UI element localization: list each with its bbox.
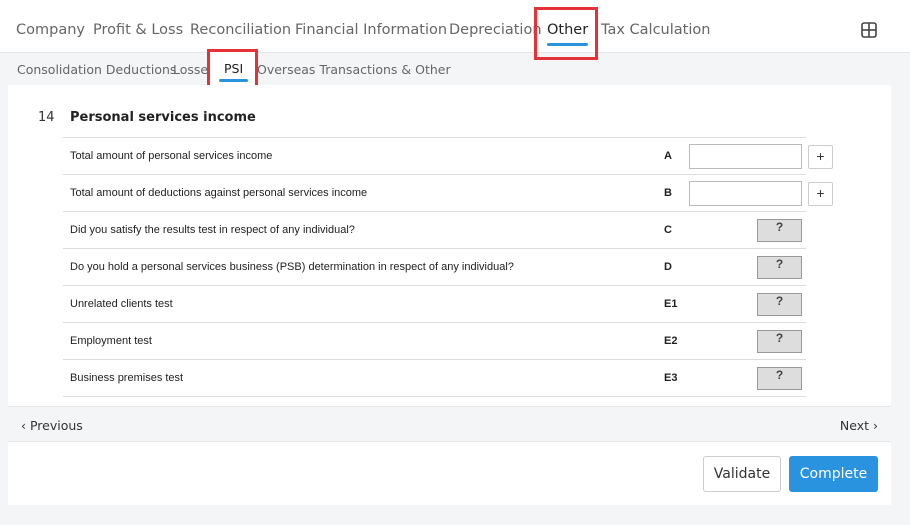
results-test-select[interactable]: ? xyxy=(757,219,802,242)
row-code: D xyxy=(664,261,672,273)
psi-question-list: Total amount of personal services income… xyxy=(63,137,833,397)
top-tab-bar: Company Profit & Loss Reconciliation Fin… xyxy=(0,0,910,52)
employment-test-select[interactable]: ? xyxy=(757,330,802,353)
add-button[interactable]: + xyxy=(808,145,833,169)
psb-determination-select[interactable]: ? xyxy=(757,256,802,279)
tab-financial-information[interactable]: Financial Information xyxy=(295,22,447,38)
row-label: Do you hold a personal services business… xyxy=(70,261,514,273)
unrelated-clients-test-select[interactable]: ? xyxy=(757,293,802,316)
row-label: Did you satisfy the results test in resp… xyxy=(70,224,355,236)
validate-button[interactable]: Validate xyxy=(703,456,781,492)
row-e2: Employment test E2 ? xyxy=(63,323,806,360)
personal-services-income-input[interactable] xyxy=(689,144,802,169)
next-label: Next xyxy=(839,418,870,433)
tab-company[interactable]: Company xyxy=(16,22,85,38)
tab-other[interactable]: Other xyxy=(547,22,589,46)
complete-button[interactable]: Complete xyxy=(789,456,878,492)
row-label: Unrelated clients test xyxy=(70,298,173,310)
section-title: Personal services income xyxy=(70,110,256,125)
subtab-overseas-transactions[interactable]: Overseas Transactions & Other xyxy=(257,62,451,77)
next-link[interactable]: Next › xyxy=(840,418,878,433)
row-b: Total amount of deductions against perso… xyxy=(63,175,833,212)
sub-tab-bar: Consolidation Deductions Losses PSI Over… xyxy=(0,52,910,85)
psi-deductions-input[interactable] xyxy=(689,181,802,206)
row-d: Do you hold a personal services business… xyxy=(63,249,806,286)
row-label: Total amount of deductions against perso… xyxy=(70,187,368,199)
add-button[interactable]: + xyxy=(808,182,833,206)
subtab-losses[interactable]: Losses xyxy=(173,62,215,77)
tab-profit-loss[interactable]: Profit & Loss xyxy=(93,22,183,38)
row-c: Did you satisfy the results test in resp… xyxy=(63,212,806,249)
row-label: Business premises test xyxy=(70,372,184,384)
pager-bar: ‹ Previous Next › xyxy=(8,406,891,442)
row-a: Total amount of personal services income… xyxy=(63,138,833,175)
previous-label: Previous xyxy=(29,418,83,433)
chevron-left-icon: ‹ xyxy=(21,418,30,433)
tab-reconciliation[interactable]: Reconciliation xyxy=(190,22,291,38)
subtab-consolidation-deductions[interactable]: Consolidation Deductions xyxy=(17,62,176,77)
previous-link[interactable]: ‹ Previous xyxy=(21,418,83,433)
row-code: C xyxy=(664,224,672,236)
row-code: B xyxy=(664,187,672,199)
row-label: Employment test xyxy=(70,335,152,347)
row-code: A xyxy=(664,150,672,162)
section-number: 14 xyxy=(38,110,55,125)
chevron-right-icon: › xyxy=(869,418,878,433)
tab-tax-calculation[interactable]: Tax Calculation xyxy=(601,22,710,38)
row-code: E3 xyxy=(664,372,678,384)
row-e1: Unrelated clients test E1 ? xyxy=(63,286,806,323)
tab-depreciation[interactable]: Depreciation xyxy=(449,22,542,38)
row-code: E2 xyxy=(664,335,678,347)
subtab-psi-label[interactable]: PSI xyxy=(218,61,249,82)
row-label: Total amount of personal services income xyxy=(70,150,273,162)
business-premises-test-select[interactable]: ? xyxy=(757,367,802,390)
grid-layout-icon[interactable] xyxy=(861,22,877,38)
row-e3: Business premises test E3 ? xyxy=(63,360,806,397)
row-code: E1 xyxy=(664,298,678,310)
